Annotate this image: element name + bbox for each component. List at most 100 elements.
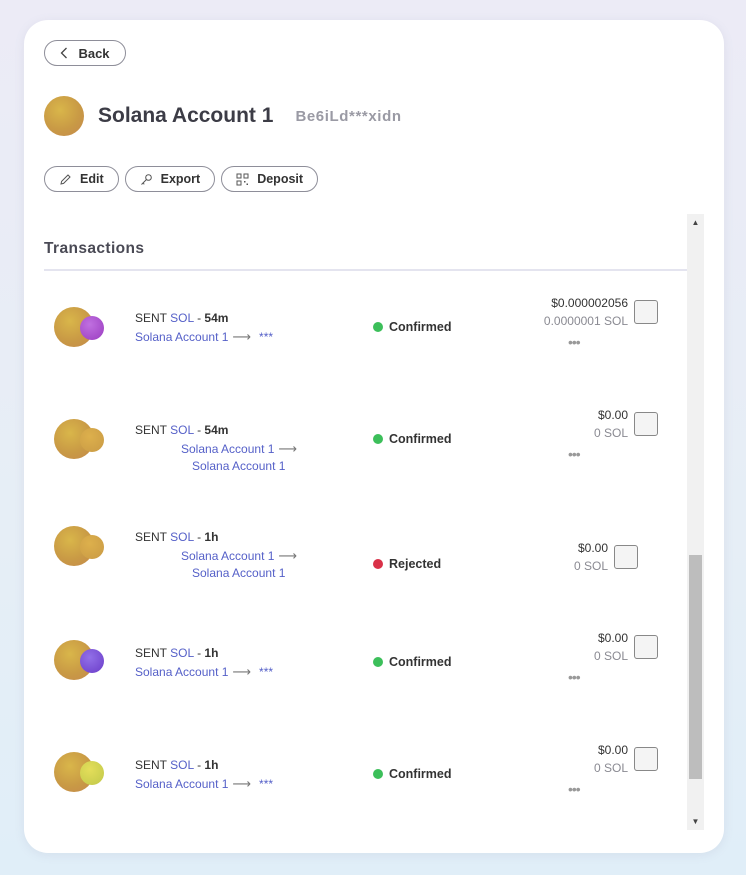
status-dot <box>373 434 383 444</box>
tx-from[interactable]: Solana Account 1 <box>181 442 274 456</box>
scroll-up-arrow-icon[interactable]: ▲ <box>687 214 704 231</box>
tx-separator: - <box>197 646 202 660</box>
tx-to[interactable]: *** <box>259 665 273 679</box>
transaction-item[interactable]: SENT SOL - 1h Solana Account 1 ⟶ *** Confi… <box>24 739 704 830</box>
tx-to[interactable]: Solana Account 1 <box>192 459 285 473</box>
sol-amount: 0 SOL <box>593 761 628 775</box>
token-icon-pair <box>54 307 106 349</box>
tx-separator: - <box>197 311 202 325</box>
export-label: Export <box>160 172 201 186</box>
back-button[interactable]: Back <box>44 40 126 66</box>
transaction-checkbox[interactable] <box>614 545 638 569</box>
transaction-checkbox[interactable] <box>634 300 658 324</box>
transaction-item[interactable]: SENT SOL - 1h Solana Account 1 ⟶ *** Confi… <box>24 627 704 727</box>
sol-amount: 0 SOL <box>593 649 628 663</box>
tx-route: Solana Account 1 ⟶ *** <box>135 329 273 345</box>
deposit-label: Deposit <box>257 172 304 186</box>
arrow-right-icon: ⟶ <box>232 776 252 791</box>
transaction-title: SENT SOL - 54m <box>135 423 228 437</box>
key-icon <box>140 173 152 185</box>
scrollbar-thumb[interactable] <box>689 555 702 779</box>
tx-from[interactable]: Solana Account 1 <box>135 330 228 344</box>
account-address[interactable]: Be6iLd***xidn <box>295 108 401 125</box>
status-badge: Confirmed <box>373 655 452 669</box>
status-dot <box>373 769 383 779</box>
tx-time: 1h <box>204 758 219 772</box>
edit-button[interactable]: Edit <box>44 166 119 192</box>
tx-time: 54m <box>204 423 229 437</box>
tx-to[interactable]: Solana Account 1 <box>192 566 285 580</box>
account-actions: Edit Export Deposit <box>44 166 319 192</box>
secondary-token-icon <box>80 316 104 340</box>
tx-time: 54m <box>204 311 229 325</box>
usd-amount: $0.00 <box>597 631 628 645</box>
status-badge: Confirmed <box>373 320 452 334</box>
account-avatar <box>44 96 84 136</box>
more-options-icon[interactable]: ••• <box>568 782 581 796</box>
more-options-icon[interactable]: ••• <box>568 670 581 684</box>
divider <box>44 269 687 271</box>
tx-time: 1h <box>204 646 219 660</box>
transaction-item[interactable]: SENT SOL - 54m Solana Account 1 ⟶ Solana … <box>24 404 704 504</box>
transaction-checkbox[interactable] <box>634 747 658 771</box>
more-options-icon[interactable]: ••• <box>568 335 581 349</box>
status-dot <box>373 322 383 332</box>
transactions-panel: Transactions SENT SOL - 54m Solana Accou… <box>24 214 704 830</box>
tx-type: SENT <box>135 646 167 660</box>
status-badge: Rejected <box>373 557 441 571</box>
tx-type: SENT <box>135 758 167 772</box>
edit-label: Edit <box>80 172 104 186</box>
account-header: Solana Account 1 Be6iLd***xidn <box>44 96 402 136</box>
tx-type: SENT <box>135 311 167 325</box>
status-label: Rejected <box>389 557 442 571</box>
secondary-token-icon <box>80 428 104 452</box>
export-button[interactable]: Export <box>124 166 216 192</box>
transaction-checkbox[interactable] <box>634 635 658 659</box>
transaction-title: SENT SOL - 1h <box>135 758 218 772</box>
tx-from[interactable]: Solana Account 1 <box>135 665 228 679</box>
transaction-item[interactable]: SENT SOL - 1h Solana Account 1 ⟶ Solana A… <box>24 511 704 611</box>
tx-from[interactable]: Solana Account 1 <box>181 549 274 563</box>
token-icon-pair <box>54 526 106 568</box>
tx-separator: - <box>197 423 202 437</box>
status-label: Confirmed <box>389 655 452 669</box>
tx-token: SOL <box>170 311 194 325</box>
tx-from[interactable]: Solana Account 1 <box>135 777 228 791</box>
status-badge: Confirmed <box>373 432 452 446</box>
tx-token: SOL <box>170 646 194 660</box>
transaction-checkbox[interactable] <box>634 412 658 436</box>
status-label: Confirmed <box>389 432 452 446</box>
sol-amount: 0.0000001 SOL <box>543 314 628 328</box>
deposit-button[interactable]: Deposit <box>221 166 319 192</box>
usd-amount: $0.00 <box>597 408 628 422</box>
tx-separator: - <box>197 758 202 772</box>
scroll-down-arrow-icon[interactable]: ▼ <box>687 813 704 830</box>
arrow-right-icon: ⟶ <box>232 329 252 344</box>
status-dot <box>373 657 383 667</box>
transaction-title: SENT SOL - 1h <box>135 530 218 544</box>
tx-separator: - <box>197 530 202 544</box>
secondary-token-icon <box>80 761 104 785</box>
tx-token: SOL <box>170 530 194 544</box>
status-dot <box>373 559 383 569</box>
token-icon-pair <box>54 752 106 794</box>
tx-to[interactable]: *** <box>259 330 273 344</box>
more-options-icon[interactable]: ••• <box>568 447 581 461</box>
tx-time: 1h <box>204 530 219 544</box>
scrollbar[interactable]: ▲ ▼ <box>687 214 704 830</box>
sol-amount: 0 SOL <box>593 426 628 440</box>
secondary-token-icon <box>80 535 104 559</box>
sol-amount: 0 SOL <box>573 559 608 573</box>
account-detail-card: Back Solana Account 1 Be6iLd***xidn Edit… <box>24 20 724 853</box>
arrow-right-icon: ⟶ <box>278 548 298 563</box>
usd-amount: $0.000002056 <box>551 296 628 310</box>
tx-to[interactable]: *** <box>259 777 273 791</box>
tx-route: Solana Account 1 ⟶ *** <box>135 664 273 680</box>
arrow-right-icon: ⟶ <box>232 664 252 679</box>
status-badge: Confirmed <box>373 767 452 781</box>
usd-amount: $0.00 <box>577 541 608 555</box>
back-label: Back <box>78 45 110 61</box>
status-label: Confirmed <box>389 320 452 334</box>
status-label: Confirmed <box>389 767 452 781</box>
transaction-item[interactable]: SENT SOL - 54m Solana Account 1 ⟶ *** Conf… <box>24 292 704 392</box>
